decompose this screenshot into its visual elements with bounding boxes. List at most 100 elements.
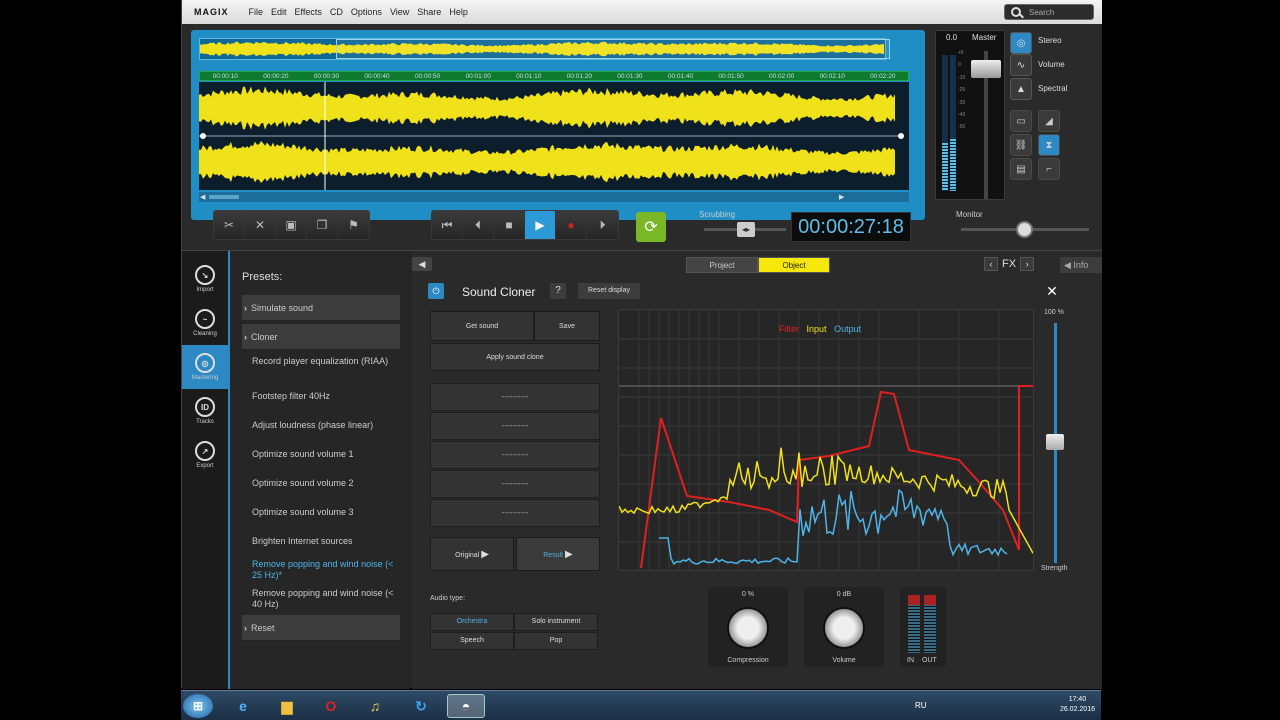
info-button[interactable]: ◀ Info [1060, 257, 1102, 273]
search-input[interactable]: Search [1004, 4, 1094, 20]
clone-slot-2[interactable]: ---------- [430, 412, 600, 440]
opera-taskbar-button[interactable]: O [317, 694, 345, 718]
stop-button[interactable]: ■ [494, 211, 525, 239]
scrubbing-slider[interactable]: ◂▸ [737, 222, 755, 237]
curve-button[interactable]: ⌐ [1038, 158, 1060, 180]
get-sound-button[interactable]: Get sound [430, 311, 534, 341]
preset-brighten[interactable]: Brighten Internet sources [242, 536, 400, 547]
preset-loudness[interactable]: Adjust loudness (phase linear) [242, 420, 400, 431]
preset-footstep[interactable]: Footstep filter 40Hz [242, 391, 400, 402]
preset-wind-25hz[interactable]: Remove popping and wind noise (< 25 Hz)* [242, 559, 400, 581]
explorer-taskbar-button[interactable]: ▆ [273, 694, 301, 718]
single-view-button[interactable]: ▭ [1010, 110, 1032, 132]
result-button[interactable]: Result ▶ [516, 537, 600, 571]
menu-options[interactable]: Options [351, 7, 382, 17]
sidebar-item-cleaning[interactable]: ~ Cleaning [182, 301, 228, 345]
app-taskbar-button[interactable]: ↻ [407, 694, 435, 718]
preset-optimize-3[interactable]: Optimize sound volume 3 [242, 507, 400, 518]
sidebar-item-import[interactable]: ↘ Import [182, 257, 228, 301]
spectrum-graph[interactable]: Filter Input Output [618, 309, 1034, 571]
paste-button[interactable]: ▣ [276, 211, 307, 239]
menu-view[interactable]: View [390, 7, 409, 17]
preset-group-cloner[interactable]: Cloner [242, 324, 400, 350]
clone-slot-1[interactable]: ---------- [430, 383, 600, 411]
spectral-view-button[interactable]: ▲ [1010, 78, 1032, 100]
audio-type-solo[interactable]: Solo instrument [514, 613, 598, 631]
tab-object[interactable]: Object [758, 257, 830, 273]
menu-effects[interactable]: Effects [295, 7, 322, 17]
back-button[interactable]: ◀ [412, 257, 432, 271]
sidebar-item-export[interactable]: ↗ Export [182, 433, 228, 477]
apply-sound-clone-button[interactable]: Apply sound clone [430, 343, 600, 371]
clipboard-icon: ▣ [285, 218, 297, 232]
snap-button[interactable]: ⧗ [1038, 134, 1060, 156]
tab-project[interactable]: Project [686, 257, 758, 273]
menu-file[interactable]: File [249, 7, 264, 17]
previous-button[interactable]: ⏴ [463, 211, 494, 239]
record-icon: ● [567, 218, 575, 232]
save-button[interactable]: Save [534, 311, 600, 341]
menu-edit[interactable]: Edit [271, 7, 287, 17]
cut-button[interactable]: ✂ [214, 211, 245, 239]
ruler-tick: 00:01:00 [465, 73, 491, 80]
film-button[interactable]: ▤ [1010, 158, 1032, 180]
time-ruler[interactable]: 00:00:10 00:00:20 00:00:30 00:00:40 00:00:50… [199, 71, 909, 81]
menu-share[interactable]: Share [417, 7, 441, 17]
clone-slot-5[interactable]: ---------- [430, 499, 600, 527]
media-taskbar-button[interactable]: ♫ [361, 694, 389, 718]
overview-waveform[interactable] [199, 38, 890, 60]
power-button[interactable]: ⏻ [428, 283, 444, 299]
volume-view-button[interactable]: ∿ [1010, 54, 1032, 76]
scroll-right-icon[interactable]: ▶ [839, 193, 844, 201]
audio-type-pop[interactable]: Pop [514, 632, 598, 650]
delete-button[interactable]: ✕ [245, 211, 276, 239]
reset-display-button[interactable]: Reset display [578, 283, 640, 299]
record-button[interactable]: ● [556, 211, 587, 239]
scroll-left-icon[interactable]: ◀ [200, 193, 205, 201]
clone-slot-4[interactable]: ---------- [430, 470, 600, 498]
monitor-slider[interactable] [1016, 221, 1033, 238]
preset-wind-40hz[interactable]: Remove popping and wind noise (< 40 Hz) [242, 588, 400, 610]
fade-button[interactable]: ◢ [1038, 110, 1060, 132]
scroll-thumb[interactable] [209, 195, 239, 199]
preset-riaa[interactable]: Record player equalization (RIAA) [242, 356, 400, 367]
master-fader[interactable] [971, 60, 1001, 78]
volume-knob[interactable] [823, 607, 865, 649]
menu-cd[interactable]: CD [330, 7, 343, 17]
stereo-view-button[interactable]: ◎ [1010, 32, 1032, 54]
sidebar-item-mastering[interactable]: ◎ Mastering [182, 345, 228, 389]
overview-selection[interactable] [336, 39, 890, 59]
loop-button[interactable]: ⟳ [636, 212, 666, 242]
clock[interactable]: 17:40 26.02.2016 [1060, 695, 1095, 715]
preset-group-simulate-sound[interactable]: Simulate sound [242, 295, 400, 321]
fx-prev-button[interactable]: ‹ [984, 257, 998, 271]
audio-type-speech[interactable]: Speech [430, 632, 514, 650]
original-button[interactable]: Original ▶ [430, 537, 514, 571]
start-button[interactable]: ⊞ [183, 694, 213, 718]
preset-reset[interactable]: Reset [242, 615, 400, 641]
copy-button[interactable]: ❐ [307, 211, 338, 239]
magix-taskbar-button[interactable]: ◓ [447, 694, 485, 718]
marker-button[interactable]: ⚑ [338, 211, 369, 239]
fx-next-button[interactable]: › [1020, 257, 1035, 271]
menu-help[interactable]: Help [449, 7, 468, 17]
language-indicator[interactable]: RU [915, 701, 927, 710]
audio-type-orchestra[interactable]: Orchestra [430, 613, 514, 631]
audio-track[interactable] [199, 82, 909, 190]
sidebar-item-tracks[interactable]: ID Tracks [182, 389, 228, 433]
compression-label: Compression [727, 657, 769, 664]
play-button[interactable]: ▶ [525, 211, 556, 239]
preset-optimize-2[interactable]: Optimize sound volume 2 [242, 478, 400, 489]
link-button[interactable]: ⛓ [1010, 134, 1032, 156]
clone-slot-3[interactable]: ---------- [430, 441, 600, 469]
ie-taskbar-button[interactable]: e [229, 694, 257, 718]
strength-max-label: 100 % [1044, 309, 1064, 316]
next-button[interactable]: ⏵ [587, 211, 618, 239]
close-plugin-button[interactable]: ✕ [1044, 283, 1060, 299]
preset-optimize-1[interactable]: Optimize sound volume 1 [242, 449, 400, 460]
help-button[interactable]: ? [550, 283, 566, 299]
horizontal-scrollbar[interactable]: ◀ ▶ [199, 192, 909, 202]
strength-slider[interactable] [1046, 434, 1064, 450]
compression-knob[interactable] [727, 607, 769, 649]
go-to-start-button[interactable]: ⏮ [432, 211, 463, 239]
